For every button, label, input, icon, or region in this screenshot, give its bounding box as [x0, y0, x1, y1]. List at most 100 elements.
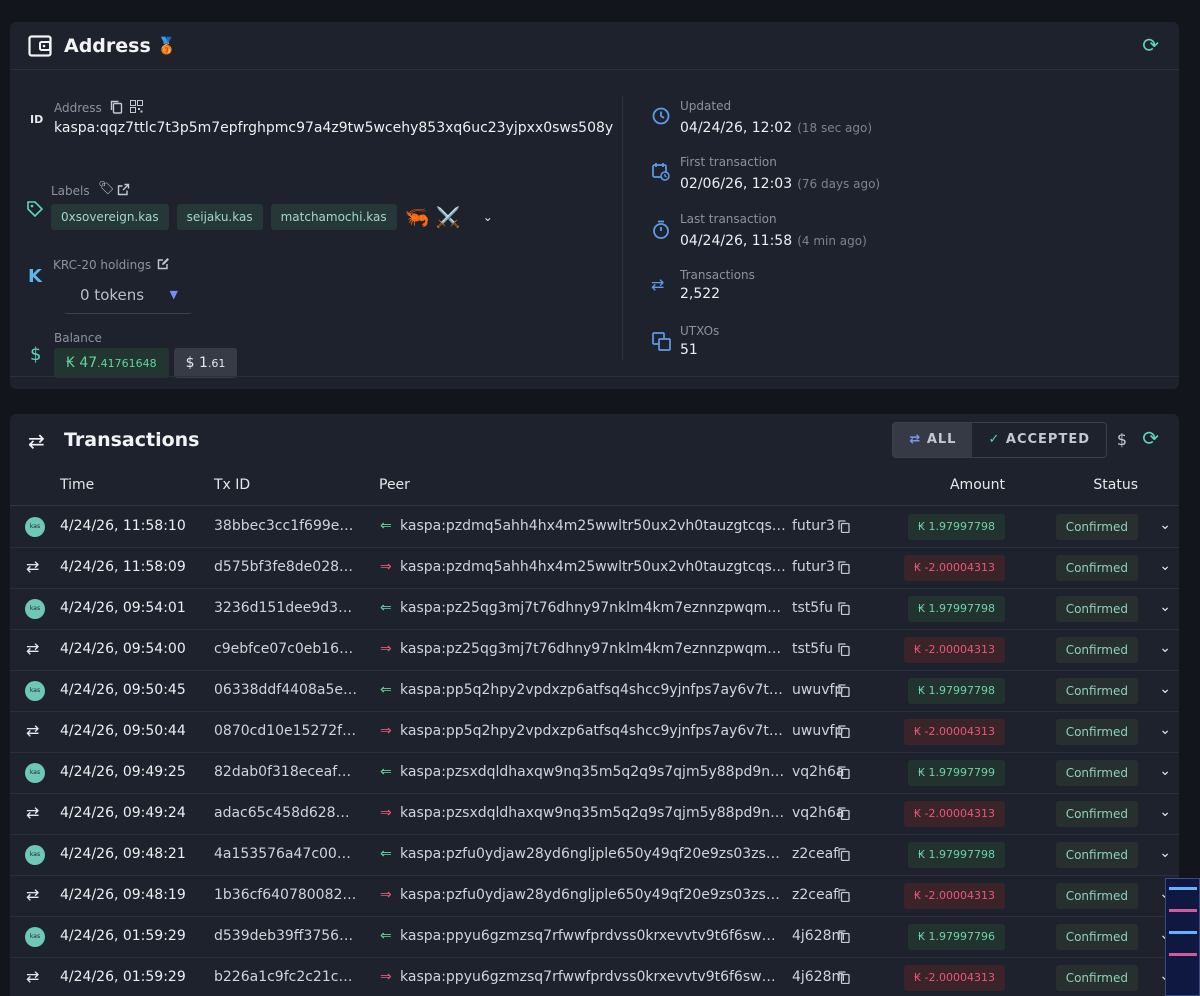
label-chip[interactable]: 0xsovereign.kas: [51, 204, 169, 230]
thumbnail-bar: [1169, 909, 1197, 912]
wallet-icon: [28, 34, 52, 57]
bronze-medal-icon: 🥉: [156, 36, 177, 55]
peer-address-link[interactable]: kaspa:pzsxdqldhaxqw9nq35m5q2q9s7qjm5y88p…: [400, 805, 788, 821]
chevron-down-icon[interactable]: ⌄: [1159, 763, 1171, 779]
utxos-value: 51: [680, 342, 698, 358]
copy-icon[interactable]: [838, 602, 850, 615]
table-row[interactable]: ⇄ 4/24/26, 11:58:09 d575bf3fe8de028d6...…: [10, 548, 1179, 589]
table-row[interactable]: ⇄ 4/24/26, 09:49:24 adac65c458d6284f3...…: [10, 794, 1179, 835]
copy-icon[interactable]: [838, 930, 850, 943]
tx-id-link[interactable]: b226a1c9fc2c21c91...: [214, 969, 358, 985]
copy-icon[interactable]: [838, 971, 850, 984]
table-row[interactable]: ⇄ 4/24/26, 09:48:19 1b36cf640780082a3...…: [10, 876, 1179, 917]
chevron-down-icon[interactable]: ⌄: [483, 210, 493, 224]
col-status: Status: [1093, 477, 1138, 493]
address-value: kaspa:qqz7ttlc7t3p5m7epfrghpmc97a4z9tw5w…: [54, 120, 614, 136]
tx-id-link[interactable]: c9ebfce07c0eb1662...: [214, 641, 358, 657]
table-row[interactable]: ⇄ 4/24/26, 09:50:44 0870cd10e15272f7c...…: [10, 712, 1179, 753]
peer-address-suffix[interactable]: vq2h6a: [792, 764, 844, 780]
peer-address-link[interactable]: kaspa:pzdmq5ahh4hx4m25wwltr50ux2vh0tauzg…: [400, 518, 788, 534]
chevron-down-icon[interactable]: ⌄: [1159, 804, 1171, 820]
peer-address-link[interactable]: kaspa:ppyu6gzmzsq7rfwwfprdvss0krxevvtv9t…: [400, 969, 788, 985]
peer-address-link[interactable]: kaspa:pp5q2hpy2vpdxzp6atfsq4shcc9yjnfps7…: [400, 682, 788, 698]
peer-address-suffix[interactable]: z2ceaf: [792, 846, 838, 862]
tx-time: 4/24/26, 09:49:24: [60, 805, 186, 821]
chevron-down-icon[interactable]: ⌄: [1159, 640, 1171, 656]
tags-icon[interactable]: 🏷: [98, 181, 115, 196]
peer-address-link[interactable]: kaspa:pp5q2hpy2vpdxzp6atfsq4shcc9yjnfps7…: [400, 723, 788, 739]
label-chip[interactable]: seijaku.kas: [176, 204, 263, 230]
tx-id-link[interactable]: 82dab0f318eceaf27...: [214, 764, 358, 780]
table-row[interactable]: ⇄ 4/24/26, 01:59:29 b226a1c9fc2c21c91...…: [10, 958, 1179, 996]
refresh-icon[interactable]: ⟳: [1142, 428, 1159, 448]
chevron-down-icon[interactable]: ⌄: [1159, 517, 1171, 533]
tx-id-link[interactable]: 4a153576a47c003f0...: [214, 846, 358, 862]
label-chip[interactable]: matchamochi.kas: [270, 204, 397, 230]
peer-address-suffix[interactable]: tst5fu: [792, 600, 833, 616]
tx-id-link[interactable]: 0870cd10e15272f7c...: [214, 723, 358, 739]
open-external-icon[interactable]: [117, 183, 130, 196]
peer-address-suffix[interactable]: z2ceaf: [792, 887, 838, 903]
label-emoji-icons: 🦐 ⚔️: [404, 205, 461, 229]
copy-icon[interactable]: [838, 684, 850, 697]
peer-address-suffix[interactable]: uwuvfp: [792, 682, 843, 698]
table-row[interactable]: kas 4/24/26, 09:50:45 06338ddf4408a5e2f.…: [10, 671, 1179, 712]
tx-id-link[interactable]: 3236d151dee9d364...: [214, 600, 358, 616]
peer-address-suffix[interactable]: tst5fu: [792, 641, 833, 657]
peer-address-suffix[interactable]: futur3: [792, 559, 835, 575]
edit-icon[interactable]: [157, 257, 170, 270]
tx-id-link[interactable]: d539deb39ff37569b...: [214, 928, 358, 944]
copy-icon[interactable]: [838, 725, 850, 738]
table-row[interactable]: kas 4/24/26, 09:49:25 82dab0f318eceaf27.…: [10, 753, 1179, 794]
copy-icon[interactable]: [838, 520, 850, 533]
table-row[interactable]: kas 4/24/26, 09:48:21 4a153576a47c003f0.…: [10, 835, 1179, 876]
refresh-icon[interactable]: ⟳: [1142, 35, 1159, 55]
copy-icon[interactable]: [838, 848, 850, 861]
qr-code-icon[interactable]: [130, 100, 143, 113]
tx-time: 4/24/26, 09:49:25: [60, 764, 186, 780]
peer-address-suffix[interactable]: vq2h6a: [792, 805, 844, 821]
filter-all-button[interactable]: ⇄ ALL: [893, 423, 973, 457]
peer-address-suffix[interactable]: uwuvfp: [792, 723, 843, 739]
copy-icon[interactable]: [838, 643, 850, 656]
table-row[interactable]: ⇄ 4/24/26, 09:54:00 c9ebfce07c0eb1662...…: [10, 630, 1179, 671]
tx-id-link[interactable]: d575bf3fe8de028d6...: [214, 559, 358, 575]
peer-address-link[interactable]: kaspa:ppyu6gzmzsq7rfwwfprdvss0krxevvtv9t…: [400, 928, 788, 944]
peer-address-link[interactable]: kaspa:pzsxdqldhaxqw9nq35m5q2q9s7qjm5y88p…: [400, 764, 788, 780]
peer-address-link[interactable]: kaspa:pz25qg3mj7t76dhny97nklm4km7eznnzpw…: [400, 600, 788, 616]
caret-down-icon: ▼: [169, 288, 178, 301]
status-badge: Confirmed: [1055, 842, 1138, 868]
swap-arrows-icon: ⇄: [26, 557, 40, 576]
chevron-down-icon[interactable]: ⌄: [1159, 845, 1171, 861]
peer-address-link[interactable]: kaspa:pzfu0ydjaw28yd6ngljple650y49qf20e9…: [400, 846, 788, 862]
arrow-left-icon: ⇐: [380, 928, 392, 944]
chevron-down-icon[interactable]: ⌄: [1159, 722, 1171, 738]
tx-amount: ₭ 1.97997799: [908, 760, 1005, 786]
chevron-down-icon[interactable]: ⌄: [1159, 599, 1171, 615]
copy-icon[interactable]: [110, 100, 123, 114]
copy-icon[interactable]: [838, 766, 850, 779]
currency-toggle[interactable]: $: [1117, 430, 1127, 449]
chevron-down-icon[interactable]: ⌄: [1159, 558, 1171, 574]
chevron-down-icon[interactable]: ⌄: [1159, 681, 1171, 697]
copy-icon[interactable]: [838, 807, 850, 820]
table-row[interactable]: kas 4/24/26, 01:59:29 d539deb39ff37569b.…: [10, 917, 1179, 958]
table-row[interactable]: kas 4/24/26, 09:54:01 3236d151dee9d364..…: [10, 589, 1179, 630]
transactions-title: Transactions: [64, 429, 200, 451]
tx-id-link[interactable]: adac65c458d6284f3...: [214, 805, 358, 821]
filter-accepted-button[interactable]: ✓ ACCEPTED: [972, 423, 1106, 457]
tx-id-link[interactable]: 1b36cf640780082a3...: [214, 887, 358, 903]
krc20-tokens-select[interactable]: 0 tokens ▼: [64, 278, 192, 314]
peer-address-suffix[interactable]: futur3: [792, 518, 835, 534]
swap-arrows-icon: ⇄: [26, 803, 40, 822]
peer-address-link[interactable]: kaspa:pzdmq5ahh4hx4m25wwltr50ux2vh0tauzg…: [400, 559, 788, 575]
tx-id-link[interactable]: 38bbec3cc1f699e7b...: [214, 518, 358, 534]
tx-id-link[interactable]: 06338ddf4408a5e2f...: [214, 682, 358, 698]
table-row[interactable]: kas 4/24/26, 11:58:10 38bbec3cc1f699e7b.…: [10, 507, 1179, 548]
copy-icon[interactable]: [838, 561, 850, 574]
peer-address-link[interactable]: kaspa:pz25qg3mj7t76dhny97nklm4km7eznnzpw…: [400, 641, 788, 657]
overlay-thumbnail[interactable]: [1165, 878, 1200, 996]
copy-icon[interactable]: [838, 889, 850, 902]
first-tx-value: 02/06/26, 12:03: [680, 176, 793, 192]
peer-address-link[interactable]: kaspa:pzfu0ydjaw28yd6ngljple650y49qf20e9…: [400, 887, 788, 903]
